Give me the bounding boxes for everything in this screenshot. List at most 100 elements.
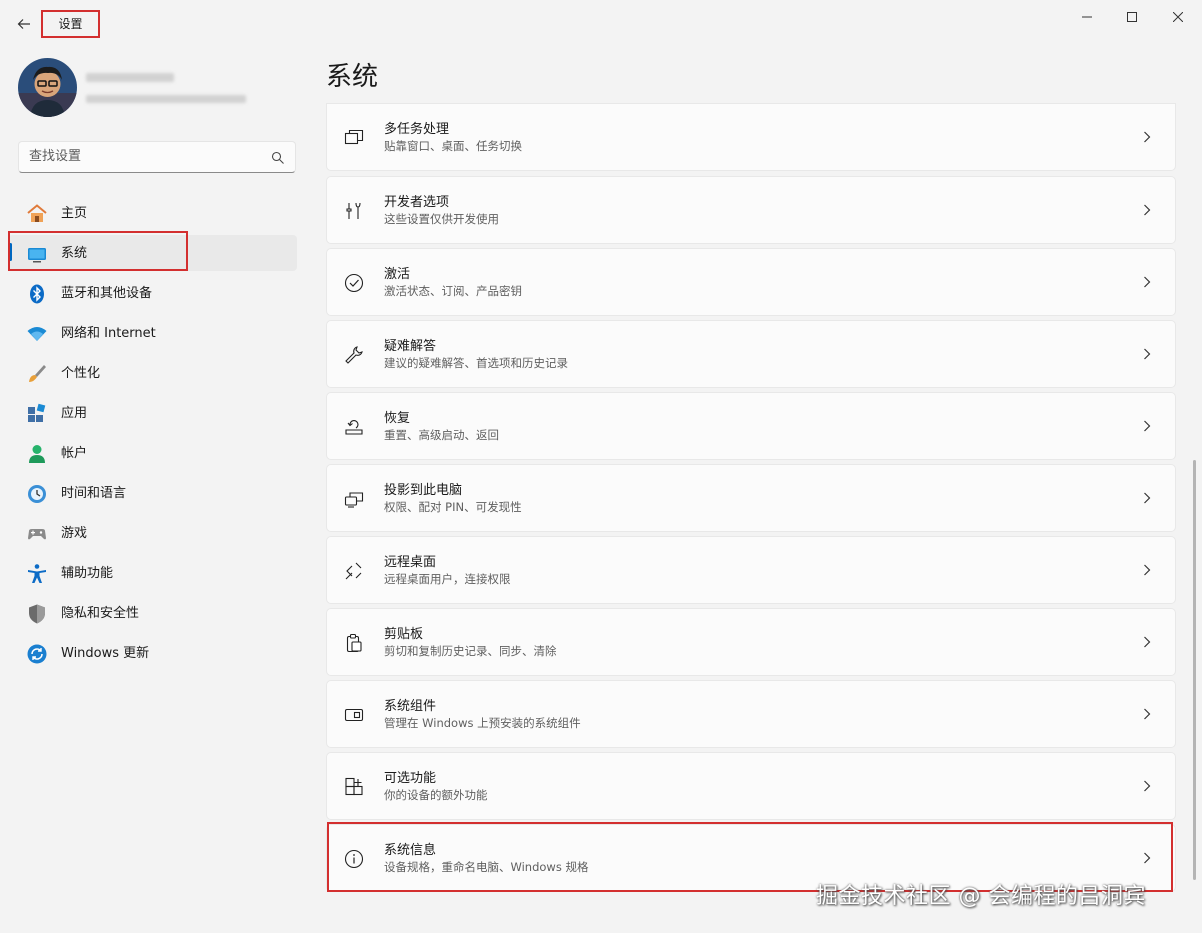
settings-card-system-components[interactable]: 系统组件 管理在 Windows 上预安装的系统组件 bbox=[326, 680, 1176, 748]
wrench-icon bbox=[343, 344, 365, 366]
check-circle-icon bbox=[343, 272, 365, 294]
card-subtitle: 这些设置仅供开发使用 bbox=[384, 212, 499, 226]
sidebar-item-label: 辅助功能 bbox=[61, 566, 114, 581]
settings-window: 设置 查找设置 主页 系统 蓝牙和其他设备 网络和 Internet 个性化 应… bbox=[0, 0, 1202, 933]
card-title: 系统信息 bbox=[384, 843, 437, 858]
sidebar-item-bluetooth[interactable]: 蓝牙和其他设备 bbox=[8, 275, 297, 311]
back-button[interactable] bbox=[10, 10, 38, 38]
search-placeholder: 查找设置 bbox=[29, 149, 82, 164]
watermark: 掘金技术社区 @ 会编程的吕洞宾 bbox=[816, 884, 1146, 909]
remote-desktop-icon bbox=[343, 560, 365, 582]
chevron-right-icon bbox=[1141, 275, 1153, 289]
settings-card-activation[interactable]: 激活 激活状态、订阅、产品密钥 bbox=[326, 248, 1176, 316]
settings-card-remote-desktop[interactable]: 远程桌面 远程桌面用户，连接权限 bbox=[326, 536, 1176, 604]
sidebar-item-windows-update[interactable]: Windows 更新 bbox=[8, 635, 297, 671]
sidebar-item-time-language[interactable]: 时间和语言 bbox=[8, 475, 297, 511]
home-icon bbox=[26, 203, 48, 225]
minimize-button[interactable] bbox=[1064, 0, 1110, 34]
apps-icon bbox=[26, 403, 48, 425]
sidebar-item-label: 游戏 bbox=[61, 526, 88, 541]
close-button[interactable] bbox=[1155, 0, 1201, 34]
chevron-right-icon bbox=[1141, 635, 1153, 649]
card-subtitle: 设备规格，重命名电脑、Windows 规格 bbox=[384, 860, 589, 874]
settings-card-multitasking[interactable]: 多任务处理 贴靠窗口、桌面、任务切换 bbox=[326, 103, 1176, 171]
chevron-right-icon bbox=[1141, 779, 1153, 793]
clipboard-icon bbox=[343, 632, 365, 654]
sidebar-item-accounts[interactable]: 帐户 bbox=[8, 435, 297, 471]
card-subtitle: 建议的疑难解答、首选项和历史记录 bbox=[384, 356, 568, 370]
card-subtitle: 激活状态、订阅、产品密钥 bbox=[384, 284, 522, 298]
sidebar-item-privacy[interactable]: 隐私和安全性 bbox=[8, 595, 297, 631]
page-title: 系统 bbox=[326, 62, 379, 92]
chevron-right-icon bbox=[1141, 851, 1153, 865]
card-subtitle: 贴靠窗口、桌面、任务切换 bbox=[384, 139, 522, 153]
card-title: 系统组件 bbox=[384, 699, 437, 714]
brush-icon bbox=[26, 363, 48, 385]
annotation-highlight-system bbox=[8, 231, 188, 271]
sidebar-item-label: 时间和语言 bbox=[61, 486, 127, 501]
card-subtitle: 重置、高级启动、返回 bbox=[384, 428, 499, 442]
chevron-right-icon bbox=[1141, 130, 1153, 144]
wifi-icon bbox=[26, 323, 48, 345]
card-subtitle: 你的设备的额外功能 bbox=[384, 788, 488, 802]
chevron-right-icon bbox=[1141, 707, 1153, 721]
close-icon bbox=[1173, 12, 1183, 22]
chevron-right-icon bbox=[1141, 419, 1153, 433]
settings-card-clipboard[interactable]: 剪贴板 剪切和复制历史记录、同步、清除 bbox=[326, 608, 1176, 676]
maximize-button[interactable] bbox=[1109, 0, 1155, 34]
scrollbar[interactable] bbox=[1193, 460, 1196, 880]
card-title: 远程桌面 bbox=[384, 555, 437, 570]
recovery-icon bbox=[343, 416, 365, 438]
user-icon bbox=[26, 443, 48, 465]
settings-card-developer[interactable]: 开发者选项 这些设置仅供开发使用 bbox=[326, 176, 1176, 244]
settings-card-projecting[interactable]: 投影到此电脑 权限、配对 PIN、可发现性 bbox=[326, 464, 1176, 532]
settings-card-troubleshoot[interactable]: 疑难解答 建议的疑难解答、首选项和历史记录 bbox=[326, 320, 1176, 388]
shield-icon bbox=[26, 603, 48, 625]
sidebar-item-label: 个性化 bbox=[61, 366, 101, 381]
sidebar-item-label: Windows 更新 bbox=[61, 646, 150, 661]
card-subtitle: 远程桌面用户，连接权限 bbox=[384, 572, 511, 586]
sidebar-item-label: 隐私和安全性 bbox=[61, 606, 140, 621]
card-subtitle: 剪切和复制历史记录、同步、清除 bbox=[384, 644, 557, 658]
profile-name-blurred bbox=[86, 73, 174, 82]
search-input[interactable]: 查找设置 bbox=[18, 141, 296, 173]
sidebar-item-label: 网络和 Internet bbox=[61, 326, 156, 341]
sidebar-item-label: 帐户 bbox=[61, 446, 88, 461]
chevron-right-icon bbox=[1141, 347, 1153, 361]
sidebar-item-apps[interactable]: 应用 bbox=[8, 395, 297, 431]
chevron-right-icon bbox=[1141, 203, 1153, 217]
window-title: 设置 bbox=[41, 10, 100, 38]
title-bar: 设置 bbox=[0, 0, 1202, 46]
sidebar-item-label: 蓝牙和其他设备 bbox=[61, 286, 153, 301]
card-title: 投影到此电脑 bbox=[384, 483, 463, 498]
sidebar-item-gaming[interactable]: 游戏 bbox=[8, 515, 297, 551]
card-title: 开发者选项 bbox=[384, 195, 450, 210]
card-title: 可选功能 bbox=[384, 771, 437, 786]
gamepad-icon bbox=[26, 523, 48, 545]
accessibility-icon bbox=[26, 563, 48, 585]
multitask-icon bbox=[343, 127, 365, 149]
minimize-icon bbox=[1082, 16, 1092, 18]
sidebar-item-label: 应用 bbox=[61, 406, 88, 421]
back-arrow-icon bbox=[17, 19, 30, 29]
card-subtitle: 管理在 Windows 上预安装的系统组件 bbox=[384, 716, 581, 730]
system-components-icon bbox=[343, 704, 365, 726]
sidebar-item-network[interactable]: 网络和 Internet bbox=[8, 315, 297, 351]
card-title: 激活 bbox=[384, 267, 411, 282]
card-title: 多任务处理 bbox=[384, 122, 450, 137]
card-title: 剪贴板 bbox=[384, 627, 424, 642]
project-icon bbox=[343, 488, 365, 510]
avatar[interactable] bbox=[18, 58, 77, 117]
chevron-right-icon bbox=[1141, 491, 1153, 505]
search-icon[interactable] bbox=[271, 151, 285, 165]
settings-card-optional-features[interactable]: 可选功能 你的设备的额外功能 bbox=[326, 752, 1176, 820]
settings-card-recovery[interactable]: 恢复 重置、高级启动、返回 bbox=[326, 392, 1176, 460]
avatar-image-icon bbox=[18, 58, 77, 117]
info-icon bbox=[343, 848, 365, 870]
bluetooth-icon bbox=[26, 283, 48, 305]
sidebar-item-personalization[interactable]: 个性化 bbox=[8, 355, 297, 391]
add-features-icon bbox=[343, 776, 365, 798]
sidebar-item-home[interactable]: 主页 bbox=[8, 195, 297, 231]
maximize-icon bbox=[1127, 12, 1137, 22]
sidebar-item-accessibility[interactable]: 辅助功能 bbox=[8, 555, 297, 591]
